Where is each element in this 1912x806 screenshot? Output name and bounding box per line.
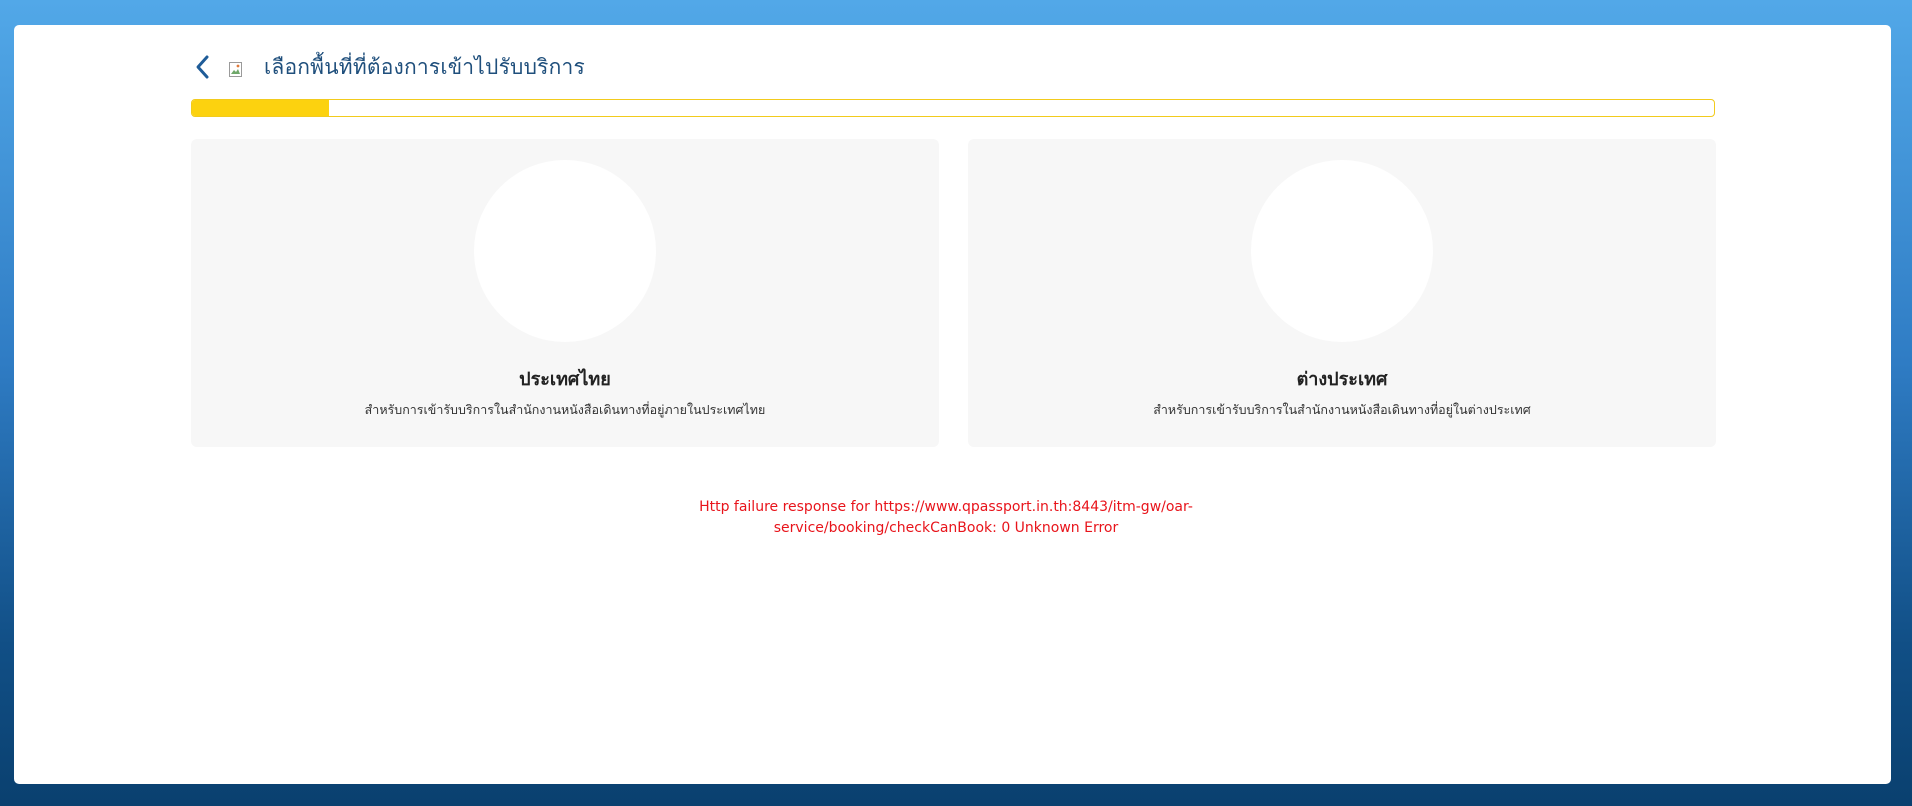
option-card-abroad[interactable]: ต่างประเทศ สำหรับการเข้ารับบริการในสำนัก… xyxy=(968,139,1716,447)
progress-bar xyxy=(191,99,1715,117)
option-card-thailand[interactable]: ประเทศไทย สำหรับการเข้ารับบริการในสำนักง… xyxy=(191,139,939,447)
back-button[interactable] xyxy=(191,52,215,82)
broken-image-icon xyxy=(229,62,244,78)
option-image-placeholder xyxy=(474,160,656,342)
option-title: ต่างประเทศ xyxy=(1296,369,1388,390)
option-description: สำหรับการเข้ารับบริการในสำนักงานหนังสือเ… xyxy=(1153,402,1531,417)
error-message: Http failure response for https://www.qp… xyxy=(699,499,1193,536)
page-header: เลือกพื้นที่ที่ต้องการเข้าไปรับบริการ xyxy=(191,42,585,92)
option-image-placeholder xyxy=(1251,160,1433,342)
option-description: สำหรับการเข้ารับบริการในสำนักงานหนังสือเ… xyxy=(364,402,766,417)
page-title: เลือกพื้นที่ที่ต้องการเข้าไปรับบริการ xyxy=(264,54,585,79)
progress-bar-fill xyxy=(192,100,329,116)
chevron-left-icon xyxy=(196,55,209,79)
option-title: ประเทศไทย xyxy=(519,369,611,390)
